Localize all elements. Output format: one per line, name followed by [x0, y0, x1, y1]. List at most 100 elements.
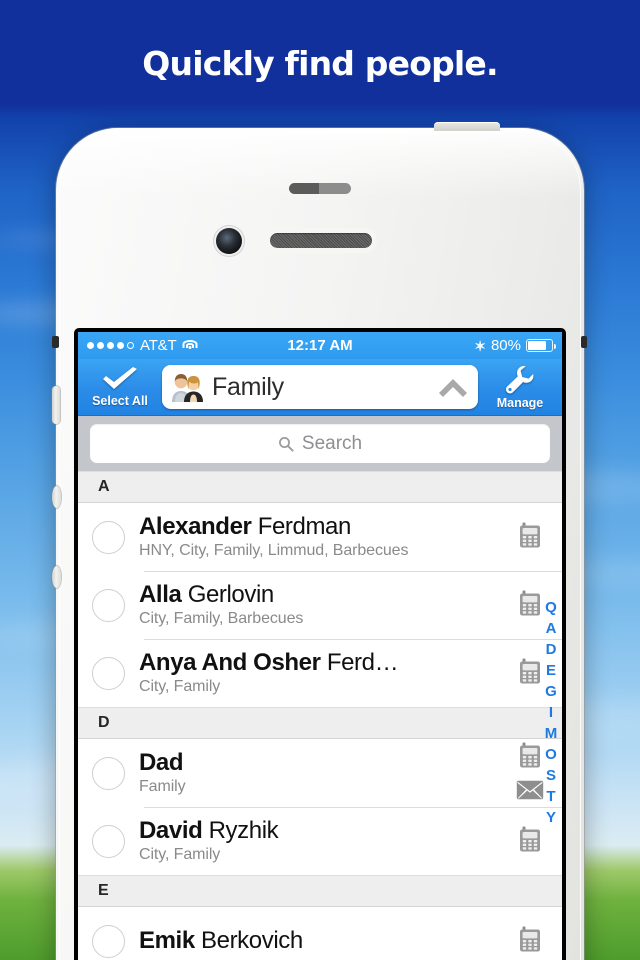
phone-screen: AT&T 12:17 AM ✶ 80% Select All Family Ma…	[74, 328, 566, 960]
search-icon	[278, 436, 294, 452]
two-people-avatar-icon	[170, 372, 204, 402]
contact-text-block: Alexander Ferdman HNY, City, Family, Limm…	[139, 514, 506, 561]
contact-row[interactable]: Alexander Ferdman HNY, City, Family, Limm…	[78, 503, 562, 571]
contact-last-name: Ferdman	[251, 513, 352, 540]
section-header-a: A	[78, 471, 562, 503]
chevron-up-icon[interactable]	[438, 376, 468, 398]
headline-text: Quickly find people.	[142, 43, 498, 83]
manage-button[interactable]: Manage	[484, 365, 556, 410]
contact-row[interactable]: Anya And Osher Ferd… City, Family	[78, 639, 562, 707]
mobile-phone-icon[interactable]	[519, 926, 541, 957]
contact-select-checkbox[interactable]	[92, 824, 125, 858]
contact-name: David Ryzhik	[139, 818, 506, 845]
volume-up-button[interactable]	[52, 386, 60, 424]
index-letter-d[interactable]: D	[546, 642, 557, 657]
alphabet-index-bar[interactable]: QADEGIMOSTY	[540, 600, 562, 825]
mobile-phone-icon[interactable]	[519, 522, 541, 553]
contact-groups: Family	[139, 778, 186, 796]
contact-select-checkbox[interactable]	[92, 756, 125, 790]
volume-down-button[interactable]	[52, 486, 61, 508]
volume-down-button[interactable]	[52, 566, 61, 588]
contact-action-icons	[512, 522, 548, 553]
mobile-phone-icon[interactable]	[519, 826, 541, 857]
wrench-icon	[504, 365, 536, 395]
contact-last-name: Ryzhik	[202, 817, 279, 844]
battery-icon	[526, 339, 556, 352]
contact-select-checkbox[interactable]	[92, 520, 125, 554]
index-letter-t[interactable]: T	[546, 789, 555, 804]
index-letter-y[interactable]: Y	[546, 810, 556, 825]
contact-groups: City, Family	[139, 846, 221, 864]
contact-row[interactable]: Emik Berkovich	[78, 907, 562, 960]
contact-groups: HNY, City, Family, Limmud, Barbecues	[139, 542, 409, 560]
app-viewport: AT&T 12:17 AM ✶ 80% Select All Family Ma…	[78, 332, 562, 960]
contact-text-block: Anya And Osher Ferd… City, Family	[139, 650, 506, 697]
contact-action-icons	[512, 826, 548, 857]
ios-status-bar: AT&T 12:17 AM ✶ 80%	[78, 332, 562, 359]
contact-row[interactable]: Alla Gerlovin City, Family, Barbecues	[78, 571, 562, 639]
contact-groups: City, Family, Barbecues	[139, 610, 304, 628]
contact-name: Alla Gerlovin	[139, 582, 506, 609]
contact-select-checkbox[interactable]	[92, 656, 125, 690]
contact-text-block: Emik Berkovich	[139, 928, 506, 955]
wifi-icon	[182, 339, 198, 352]
search-input[interactable]: Search	[90, 424, 550, 463]
mobile-phone-icon[interactable]	[519, 658, 541, 689]
index-letter-i[interactable]: I	[549, 705, 553, 720]
search-bar-container: Search	[78, 416, 562, 471]
contact-first-name: Emik	[139, 927, 195, 954]
contact-first-name: David	[139, 817, 203, 844]
group-name-label: Family	[212, 372, 284, 401]
battery-percent-label: 80%	[490, 337, 521, 354]
contact-text-block: Dad Family	[139, 750, 506, 797]
contact-action-icons	[512, 926, 548, 957]
headline-banner: Quickly find people.	[0, 0, 640, 104]
contact-last-name: Ferd…	[320, 649, 399, 676]
contact-name: Anya And Osher Ferd…	[139, 650, 506, 677]
index-letter-s[interactable]: S	[546, 768, 556, 783]
manage-label: Manage	[496, 395, 544, 410]
bluetooth-icon: ✶	[474, 337, 486, 354]
index-letter-g[interactable]: G	[545, 684, 557, 699]
contact-last-name: Gerlovin	[181, 581, 275, 608]
contact-select-checkbox[interactable]	[92, 588, 125, 622]
contact-first-name: Alla	[139, 581, 182, 608]
contact-name: Emik Berkovich	[139, 928, 506, 955]
section-header-e: E	[78, 875, 562, 907]
contact-name: Dad	[139, 750, 506, 777]
section-header-d: D	[78, 707, 562, 739]
index-letter-a[interactable]: A	[546, 621, 557, 636]
power-button[interactable]	[434, 122, 500, 131]
index-letter-e[interactable]: E	[546, 663, 556, 678]
index-letter-o[interactable]: O	[545, 747, 557, 762]
contact-first-name: Alexander	[139, 513, 252, 540]
select-all-label: Select All	[92, 393, 148, 408]
index-letter-q[interactable]: Q	[545, 600, 557, 615]
contact-text-block: Alla Gerlovin City, Family, Barbecues	[139, 582, 506, 629]
group-selector-button[interactable]: Family	[162, 365, 478, 409]
contact-first-name: Dad	[139, 749, 184, 776]
select-all-button[interactable]: Select All	[84, 366, 156, 408]
signal-strength-icon	[87, 342, 134, 349]
proximity-sensor-icon	[289, 183, 351, 194]
section-header-letter: E	[98, 882, 109, 899]
contact-name: Alexander Ferdman	[139, 514, 506, 541]
index-letter-m[interactable]: M	[545, 726, 558, 741]
checkmark-icon	[100, 366, 140, 393]
section-header-letter: D	[98, 714, 110, 731]
app-toolbar: Select All Family Manage	[78, 359, 562, 416]
section-header-letter: A	[98, 478, 110, 495]
contact-groups: City, Family	[139, 678, 221, 696]
contact-first-name: Anya And Osher	[139, 649, 321, 676]
status-bar-left: AT&T	[87, 337, 198, 354]
contact-row[interactable]: David Ryzhik City, Family	[78, 807, 562, 875]
mobile-phone-icon[interactable]	[519, 742, 541, 773]
contact-select-checkbox[interactable]	[92, 924, 125, 958]
mobile-phone-icon[interactable]	[519, 590, 541, 621]
mute-switch[interactable]	[52, 336, 59, 348]
front-camera-icon	[216, 228, 242, 254]
contact-list[interactable]: A Alexander Ferdman HNY, City, Family, Lim…	[78, 471, 562, 960]
earpiece-speaker-icon	[270, 233, 372, 248]
phone-device-mockup: AT&T 12:17 AM ✶ 80% Select All Family Ma…	[52, 122, 587, 960]
contact-row[interactable]: Dad Family	[78, 739, 562, 807]
